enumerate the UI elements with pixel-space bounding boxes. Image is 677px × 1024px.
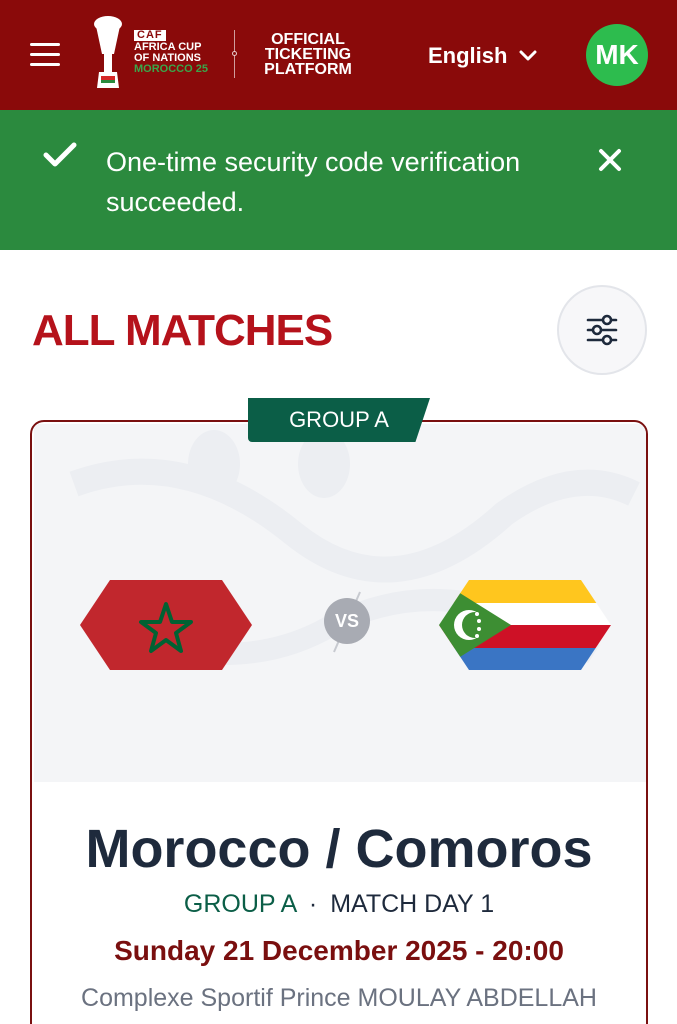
match-meta: GROUP A · MATCH DAY 1: [30, 890, 648, 919]
vs-badge: VS: [324, 598, 370, 644]
close-icon[interactable]: [596, 146, 624, 174]
check-icon: [43, 142, 77, 167]
success-message: One-time security code verification succ…: [106, 147, 521, 217]
morocco-flag-icon: [80, 580, 252, 670]
match-card[interactable]: [30, 420, 648, 1024]
comoros-flag-icon: [439, 580, 611, 670]
page-title: ALL MATCHES: [32, 306, 333, 355]
chevron-down-icon: [519, 50, 537, 61]
user-avatar[interactable]: MK: [586, 24, 648, 86]
trophy-icon: [94, 16, 122, 88]
afcon-logo[interactable]: CAF AFRICA CUP OF NATIONS MOROCCO 25: [88, 14, 210, 94]
hamburger-menu-icon[interactable]: [30, 43, 60, 69]
logo-text: CAF AFRICA CUP OF NATIONS MOROCCO 25: [134, 29, 208, 75]
language-selector[interactable]: English: [428, 42, 537, 70]
filter-button[interactable]: [557, 285, 647, 375]
match-teams: Morocco / Comoros: [85, 819, 593, 879]
top-header: CAF AFRICA CUP OF NATIONS MOROCCO 25 OFF…: [0, 0, 677, 110]
platform-label: OFFICIAL TICKETING PLATFORM: [264, 31, 352, 78]
match-date: Sunday 21 December 2025 - 20:00: [114, 935, 564, 966]
match-day: MATCH DAY 1: [330, 890, 495, 918]
header-divider-dot: [232, 51, 237, 56]
meta-separator: ·: [308, 890, 318, 918]
match-venue: Complexe Sportif Prince MOULAY ABDELLAH: [81, 984, 597, 1012]
sliders-filter-icon: [586, 314, 618, 346]
group-tag: GROUP A: [248, 398, 430, 442]
language-label: English: [428, 43, 508, 68]
match-group: GROUP A: [183, 890, 296, 918]
